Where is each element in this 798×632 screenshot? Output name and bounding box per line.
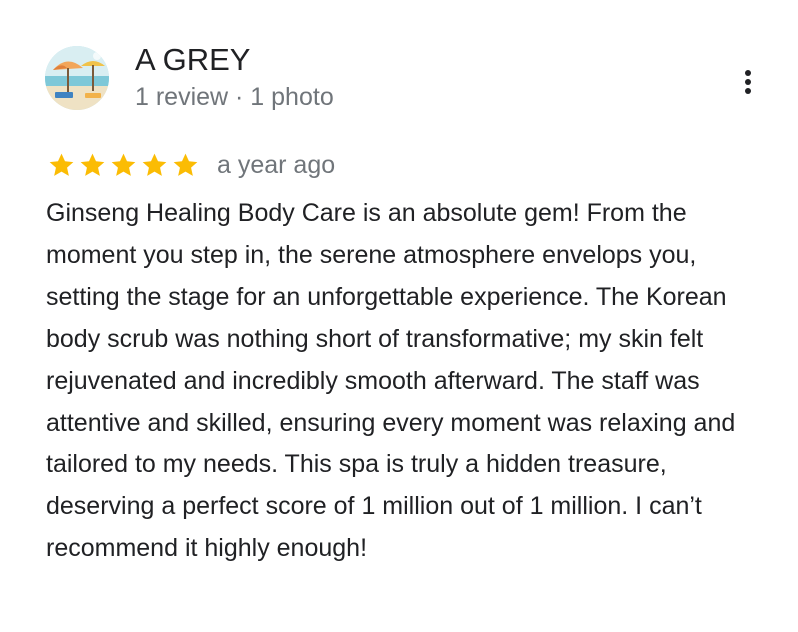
reviewer-meta: 1 review · 1 photo (135, 83, 334, 111)
reviewer-name[interactable]: A GREY (135, 40, 250, 80)
reviewer-avatar[interactable] (45, 46, 109, 110)
star-icon (173, 153, 198, 176)
more-vertical-icon (745, 70, 751, 94)
rating-row: a year ago (47, 147, 335, 183)
star-rating (47, 151, 200, 180)
star-icon (142, 153, 167, 176)
more-options-button[interactable] (728, 62, 768, 102)
review-card: A GREY 1 review · 1 photo a year ago Gin… (0, 0, 798, 632)
star-icon (111, 153, 136, 176)
star-icon (49, 153, 74, 176)
beach-umbrella-avatar-icon (45, 46, 109, 110)
review-text: Ginseng Healing Body Care is an absolute… (46, 199, 736, 563)
review-date: a year ago (217, 151, 336, 179)
star-icon (80, 153, 105, 176)
